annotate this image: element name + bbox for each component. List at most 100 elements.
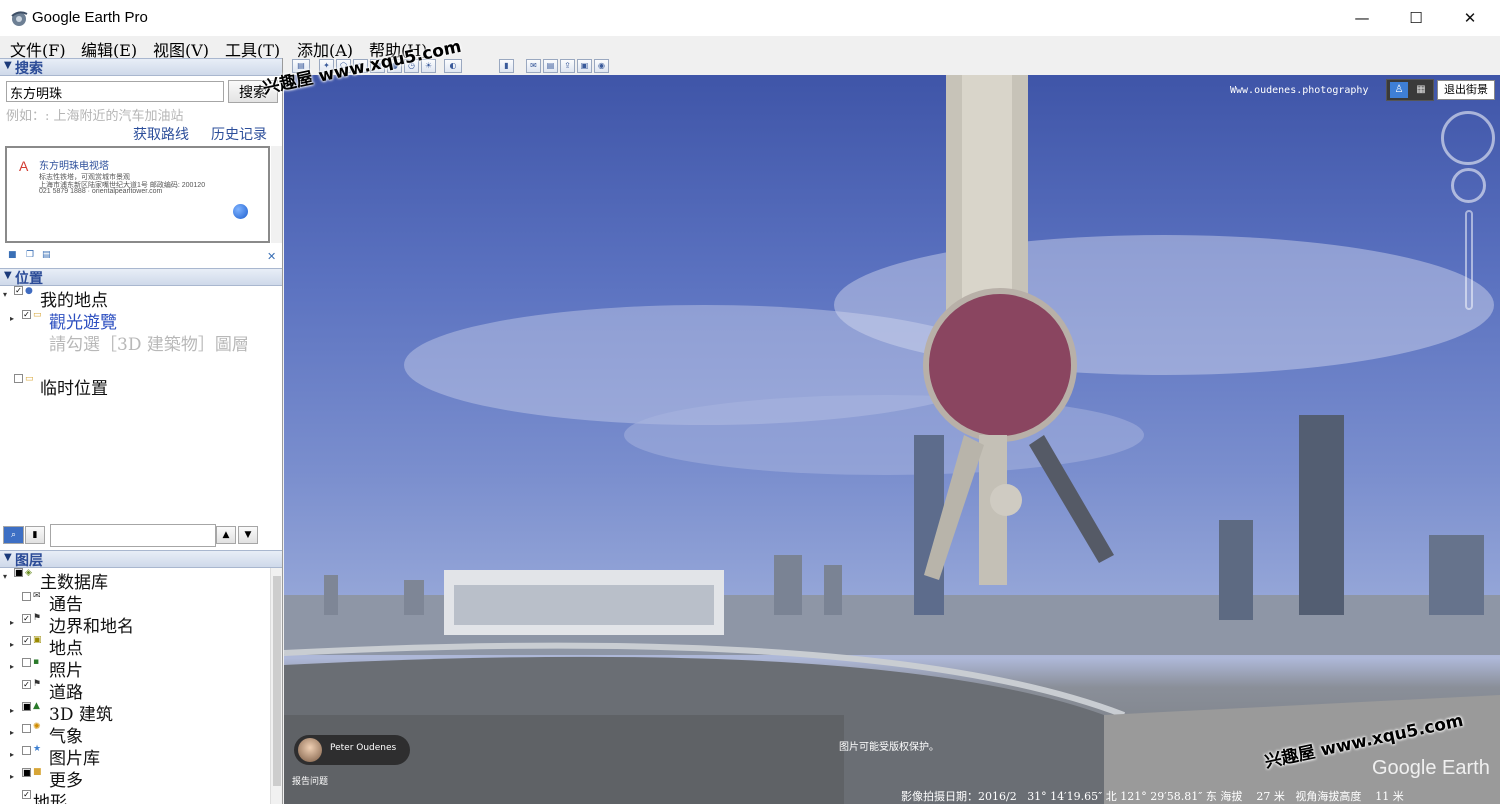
expand-arrow-icon[interactable]: ▸ [10,728,14,737]
minimize-button[interactable]: — [1339,0,1385,36]
pegman-icon[interactable]: ♙ [1390,82,1408,98]
checkbox[interactable]: ✓ [22,636,31,645]
layer-item-places[interactable]: ▸ ✓ ▣ 地点 [0,634,270,659]
search-toolbar: ■ ❐ ▤ [6,250,282,264]
search-result[interactable]: A 东方明珠电视塔 标志性铁塔，可观赏城市景观 上海市浦东新区陆家嘴世纪大道1号… [5,146,270,243]
title-bar: Google Earth Pro — ☐ ✕ [0,0,1500,36]
checkbox[interactable]: ✓ [22,680,31,689]
layer-item-primary-database[interactable]: ▾ ■ ◈ 主数据库 [0,568,270,593]
result-scrollbar[interactable] [271,146,282,243]
checkbox[interactable] [22,592,31,601]
google-earth-logo: Google Earth [1372,757,1490,779]
building [1299,415,1344,615]
window-title: Google Earth Pro [32,9,148,26]
folder-icon: ▭ [25,374,34,384]
zoom-slider[interactable] [1465,210,1473,310]
panel-mode-icon[interactable]: ▮ [25,526,45,544]
scrollbar-thumb[interactable] [273,576,281,786]
look-joystick[interactable] [1441,111,1495,165]
close-button[interactable]: ✕ [1447,0,1493,36]
building [1429,535,1484,615]
expand-arrow-icon[interactable]: ▸ [10,750,14,759]
layers-panel-header[interactable]: ▼ 图层 [0,550,282,569]
up-arrow-button[interactable]: ▲ [216,526,236,544]
collapse-arrow-icon[interactable]: ▼ [4,270,12,281]
tree-item-sightseeing[interactable]: ▸ ✓ ▭ 觀光遊覽 [0,308,282,333]
checkbox[interactable] [22,724,31,733]
layer-item-gallery[interactable]: ▸ ★ 图片库 [0,744,270,769]
report-problem-link[interactable]: 报告问题 [292,774,328,787]
exit-street-view-button[interactable]: 退出街景 [1437,80,1495,100]
search-mode-icon[interactable]: ⌕ [3,526,24,544]
print-icon[interactable]: ▤ [543,59,558,73]
planet-icon[interactable]: ◐ [444,59,462,73]
move-joystick[interactable] [1451,168,1486,203]
tree-item-my-places[interactable]: ▾ ✓ ● 我的地点 [0,286,282,311]
history-link[interactable]: 历史记录 [211,124,267,144]
expand-arrow-icon[interactable]: ▸ [10,640,14,649]
search-panel-title: 搜索 [15,61,43,77]
ruler-icon[interactable]: ▮ [499,59,514,73]
down-arrow-button[interactable]: ▼ [238,526,258,544]
street-view-mode-toggle[interactable]: ♙ ▦ [1386,79,1434,101]
layer-item-notices[interactable]: ✉ 通告 [0,590,270,615]
layer-item-photos[interactable]: ▸ ▪ 照片 [0,656,270,681]
tree-item-temporary-places[interactable]: ▭ 临时位置 [0,374,282,399]
copy-icon[interactable]: ❐ [26,250,38,261]
search-hint: 例如：: 上海附近的汽车加油站 [6,109,184,124]
sidebar: ▼ 搜索 东方明珠 搜索 例如：: 上海附近的汽车加油站 获取路线 历史记录 A… [0,58,283,804]
email-icon[interactable]: ✉ [526,59,541,73]
layer-item-borders[interactable]: ▸ ✓ ⚑ 边界和地名 [0,612,270,637]
checkbox[interactable] [14,374,23,383]
street-view-viewport[interactable]: Www.oudenes.photography ♙ ▦ 退出街景 Peter O… [284,75,1500,804]
layer-item-more[interactable]: ▸ ■ ■ 更多 [0,766,270,791]
layer-item-weather[interactable]: ▸ ✺ 气象 [0,722,270,747]
folder-icon[interactable]: ■ [8,250,20,261]
expand-arrow-icon[interactable]: ▾ [3,290,7,299]
avatar [298,738,322,762]
tower-small-sphere [990,484,1022,516]
ground-view-icon[interactable]: ▦ [1412,82,1430,98]
expand-arrow-icon[interactable]: ▸ [10,706,14,715]
close-icon[interactable]: ✕ [267,250,276,263]
get-directions-link[interactable]: 获取路线 [133,124,189,144]
collapse-arrow-icon[interactable]: ▼ [4,552,12,563]
building [824,565,842,615]
contributor-chip[interactable]: Peter Oudenes [294,735,410,765]
places-panel-header[interactable]: ▼ 位置 [0,268,282,287]
checkbox[interactable]: ■ [22,768,31,777]
earth-gallery-icon[interactable]: ◉ [594,59,609,73]
building [454,585,714,625]
checkbox[interactable]: ✓ [22,790,31,799]
checkbox[interactable]: ✓ [14,286,23,295]
tree-item-label: 临时位置 [40,379,108,399]
result-title[interactable]: 东方明珠电视塔 [39,157,109,172]
layer-item-3d-buildings[interactable]: ▸ ■ ▲ 3D 建筑 [0,700,270,725]
globe-icon[interactable] [233,204,248,219]
checkbox[interactable]: ■ [22,702,31,711]
folder-icon: ▭ [33,310,42,320]
print-icon[interactable]: ▤ [42,250,54,261]
movie-maker-icon[interactable]: ▣ [577,59,592,73]
expand-arrow-icon[interactable]: ▾ [3,572,7,581]
expand-arrow-icon[interactable]: ▸ [10,662,14,671]
checkbox[interactable]: ✓ [22,614,31,623]
save-image-icon[interactable]: ⇪ [560,59,575,73]
checkbox[interactable] [22,658,31,667]
layer-search-toolbar: ⌕ ▮ ▲ ▼ [3,523,281,549]
expand-arrow-icon[interactable]: ▸ [10,618,14,627]
expand-arrow-icon[interactable]: ▸ [10,772,14,781]
collapse-arrow-icon[interactable]: ▼ [4,60,12,71]
checkbox[interactable]: ✓ [22,310,31,319]
search-input[interactable]: 东方明珠 [6,81,224,102]
search-panel-header[interactable]: ▼ 搜索 [0,58,282,77]
layers-scrollbar[interactable] [270,568,282,804]
layer-item-roads[interactable]: ✓ ⚑ 道路 [0,678,270,703]
maximize-button[interactable]: ☐ [1393,0,1439,36]
layer-item-terrain[interactable]: ✓ 地形 [0,788,270,804]
checkbox[interactable] [22,746,31,755]
layer-search-input[interactable] [50,524,216,547]
checkbox[interactable]: ■ [14,568,23,577]
star-icon: ★ [33,744,42,754]
expand-arrow-icon[interactable]: ▸ [10,314,14,323]
